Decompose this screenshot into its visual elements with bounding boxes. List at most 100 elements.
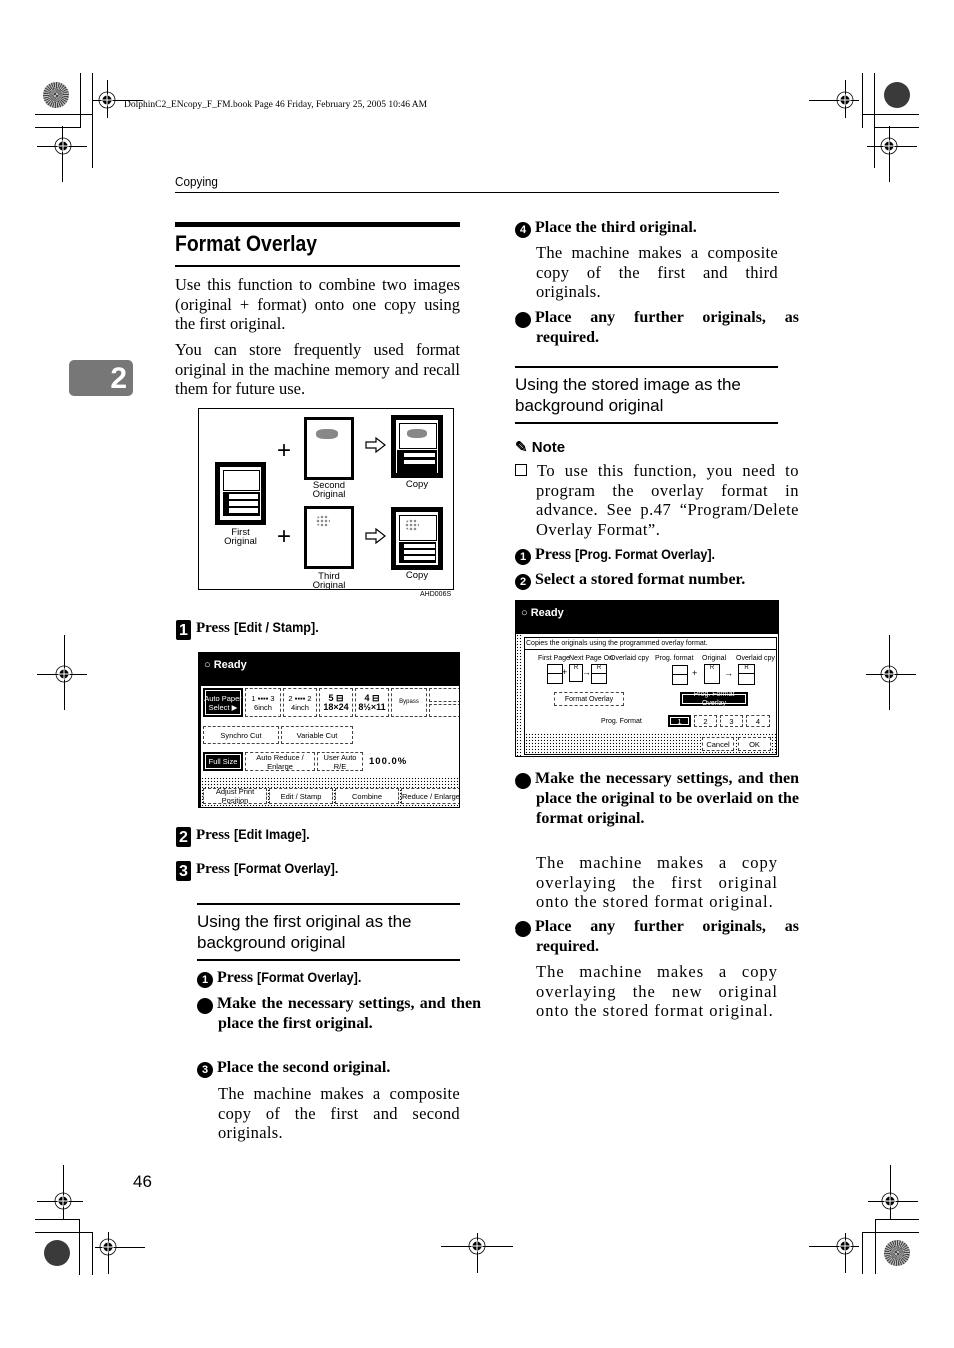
step-number: 1 [197, 972, 213, 988]
color-target-icon [43, 82, 69, 108]
step-number: 2 [191, 998, 213, 1014]
first-original-illustration [215, 462, 266, 525]
first-original-label: First Original [224, 527, 257, 547]
step-number: 3 [197, 1062, 213, 1078]
registration-mark-icon [98, 1237, 118, 1257]
step-number: 5 [509, 312, 531, 328]
tab-adjust-print-position[interactable]: Adjust Print Position [203, 787, 267, 805]
running-header: Copying [175, 174, 218, 189]
blank-button[interactable] [429, 688, 459, 702]
title-bar [175, 222, 460, 227]
step-number: 3 [176, 861, 191, 881]
format-number-4-button[interactable]: 4 [746, 715, 770, 727]
auto-reduce-enlarge-button[interactable]: Auto Reduce / Enlarge [245, 752, 315, 771]
step-number: 4 [509, 921, 531, 937]
format-overlay-figure: First Original + + Second Original Third Or… [198, 408, 454, 590]
tab-combine[interactable]: Combine [335, 788, 399, 804]
registration-mark-icon [879, 664, 899, 684]
paper-tray-4-button[interactable]: 4 ⊟ 8½×11 [355, 688, 389, 717]
registration-mark-icon [467, 1236, 487, 1256]
frame-dots [516, 634, 522, 756]
registration-mark-icon [835, 1236, 855, 1256]
instruction-text: Copies the originals using the programme… [526, 640, 708, 647]
step-number: 4 [515, 222, 531, 238]
second-original-label: Second Original [312, 480, 346, 500]
registration-mark-icon [53, 136, 73, 156]
header-rule [175, 192, 779, 193]
registration-mark-icon [879, 136, 899, 156]
registration-mark-icon [54, 664, 74, 684]
substep-4: 4 Place the third original. [515, 218, 778, 238]
paper-tray-2-button[interactable]: 2 ▪▪▪▪ 2 4inch [283, 688, 317, 717]
ready-icon: ○ [204, 659, 211, 671]
color-target-icon [884, 82, 910, 108]
step-3: 3 Press [Format Overlay]. [176, 860, 350, 881]
tab-edit-stamp[interactable]: Edit / Stamp [269, 788, 333, 804]
substep-description: The machine makes a copy overlaying the … [536, 853, 778, 911]
substep-3: 3 Place the second original. [197, 1058, 460, 1078]
intro-paragraph: Use this function to combine two images … [175, 275, 460, 333]
note-heading: ✎ Note [515, 439, 566, 456]
title-rule [175, 265, 460, 267]
page-number: 46 [133, 1172, 152, 1191]
label-first-page: First Page [538, 655, 570, 662]
prog-format-label: Prog. Format [601, 718, 642, 725]
substep-5: 5 Place any further originals, as require… [509, 309, 799, 346]
color-target-icon [44, 1240, 70, 1266]
third-original-label: Third Original [312, 571, 346, 591]
ratio-display: 100.0% [369, 756, 408, 767]
user-auto-re-button[interactable]: User Auto R/E [317, 752, 363, 771]
pencil-icon: ✎ [515, 439, 528, 456]
format-overlay-button[interactable]: Format Overlay [554, 692, 624, 706]
label-prog-format: Prog. format [655, 655, 694, 662]
label-original: Original [702, 655, 727, 662]
third-original-illustration [304, 506, 354, 569]
registration-mark-icon [835, 90, 855, 110]
copy-bottom-illustration [391, 507, 443, 570]
step-number: 3 [509, 773, 531, 789]
subsection-rule [515, 422, 778, 424]
bypass-button[interactable]: Bypass [391, 688, 427, 717]
substep-1: 1 Press [Format Overlay]. [197, 968, 460, 988]
step-number: 2 [176, 827, 191, 847]
paper-tray-1-button[interactable]: 1 ▪▪▪▪ 3 6inch [245, 688, 281, 717]
intro-paragraph: You can store frequently used format ori… [175, 340, 460, 398]
copier-screen-main: ○ Ready Auto Paper Select ▶ 1 ▪▪▪▪ 3 6in… [198, 652, 460, 808]
arrow-right-icon [365, 436, 387, 458]
cancel-button[interactable]: Cancel [702, 737, 734, 751]
registration-mark-icon [53, 1191, 73, 1211]
status-ready: ○ Ready [204, 659, 247, 671]
key-format-overlay: [Format Overlay]. [233, 860, 338, 876]
plus-icon: + [277, 523, 292, 550]
full-size-button[interactable]: Full Size [203, 752, 243, 771]
paper-tray-5-button[interactable]: 5 ⊟ 18×24 [319, 688, 353, 717]
substep-2: 2 Make the necessary settings, and then p… [191, 995, 481, 1032]
substep-description: The machine makes a composite copy of th… [536, 243, 778, 301]
prog-format-overlay-button[interactable]: Prog. Format Overlay [680, 691, 748, 707]
step-2: 2 Press [Edit Image]. [176, 826, 318, 847]
step-number: 1 [515, 549, 531, 565]
subsection-rule [197, 903, 460, 905]
format-number-2-button[interactable]: 2 [694, 715, 717, 727]
ready-icon: ○ [521, 607, 528, 619]
ok-button[interactable]: OK [738, 737, 771, 751]
format-number-1-button[interactable]: 1 [668, 715, 691, 727]
copy-label: Copy [405, 570, 429, 581]
figure-code: AHD006S [420, 591, 452, 598]
copy-top-illustration [391, 415, 443, 478]
color-target-icon [884, 1240, 910, 1266]
format-number-3-button[interactable]: 3 [720, 715, 743, 727]
substep-3: 3 Make the necessary settings, and then p… [509, 770, 799, 827]
copier-screen-format-overlay: ○ Ready Copies the originals using the p… [515, 600, 779, 757]
step-number: 1 [176, 620, 191, 640]
variable-cut-button[interactable]: Variable Cut [281, 726, 353, 744]
tab-reduce-enlarge[interactable]: Reduce / Enlarge [401, 788, 459, 804]
auto-paper-select-button[interactable]: Auto Paper Select ▶ [203, 688, 243, 717]
registration-mark-icon [97, 90, 117, 110]
blank-button[interactable] [429, 704, 459, 717]
key-format-overlay: [Format Overlay]. [257, 969, 362, 985]
synchro-cut-button[interactable]: Synchro Cut [203, 726, 279, 744]
label-overlaid-copy: Overlaid cpy [610, 655, 649, 662]
substep-1: 1 Press [Prog. Format Overlay]. [515, 545, 778, 565]
key-edit-image: [Edit Image]. [233, 826, 310, 842]
